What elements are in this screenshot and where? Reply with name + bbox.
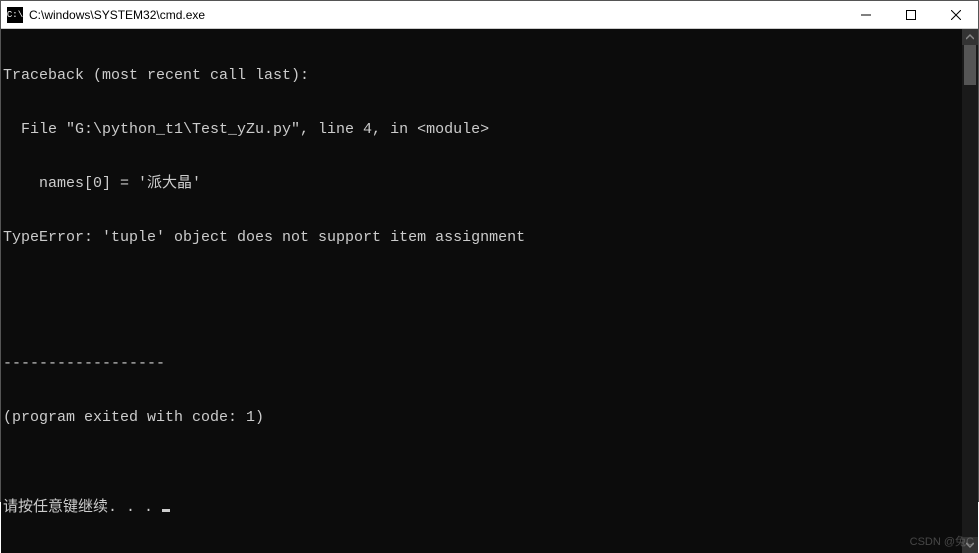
chevron-up-icon <box>966 33 974 41</box>
cmd-window: C:\ C:\windows\SYSTEM32\cmd.exe Tracebac… <box>0 0 979 502</box>
vertical-scrollbar[interactable] <box>962 29 978 553</box>
window-title: C:\windows\SYSTEM32\cmd.exe <box>29 8 843 22</box>
maximize-icon <box>906 10 916 20</box>
close-button[interactable] <box>933 1 978 28</box>
minimize-button[interactable] <box>843 1 888 28</box>
console-line: File "G:\python_t1\Test_yZu.py", line 4,… <box>3 121 962 139</box>
minimize-icon <box>861 10 871 20</box>
scroll-track[interactable] <box>962 45 978 537</box>
window-controls <box>843 1 978 28</box>
console-area: Traceback (most recent call last): File … <box>1 29 978 553</box>
close-icon <box>951 10 961 20</box>
scroll-thumb[interactable] <box>964 45 976 85</box>
console-line: (program exited with code: 1) <box>3 409 962 427</box>
console-line: TypeError: 'tuple' object does not suppo… <box>3 229 962 247</box>
scroll-up-button[interactable] <box>962 29 978 45</box>
cmd-icon: C:\ <box>7 7 23 23</box>
titlebar[interactable]: C:\ C:\windows\SYSTEM32\cmd.exe <box>1 1 978 29</box>
console-line: names[0] = '派大晶' <box>3 175 962 193</box>
console-line: Traceback (most recent call last): <box>3 67 962 85</box>
scroll-down-button[interactable] <box>962 537 978 553</box>
chevron-down-icon <box>966 541 974 549</box>
console-line: ------------------ <box>3 355 962 373</box>
cursor <box>162 509 170 512</box>
maximize-button[interactable] <box>888 1 933 28</box>
console-output[interactable]: Traceback (most recent call last): File … <box>1 29 962 553</box>
